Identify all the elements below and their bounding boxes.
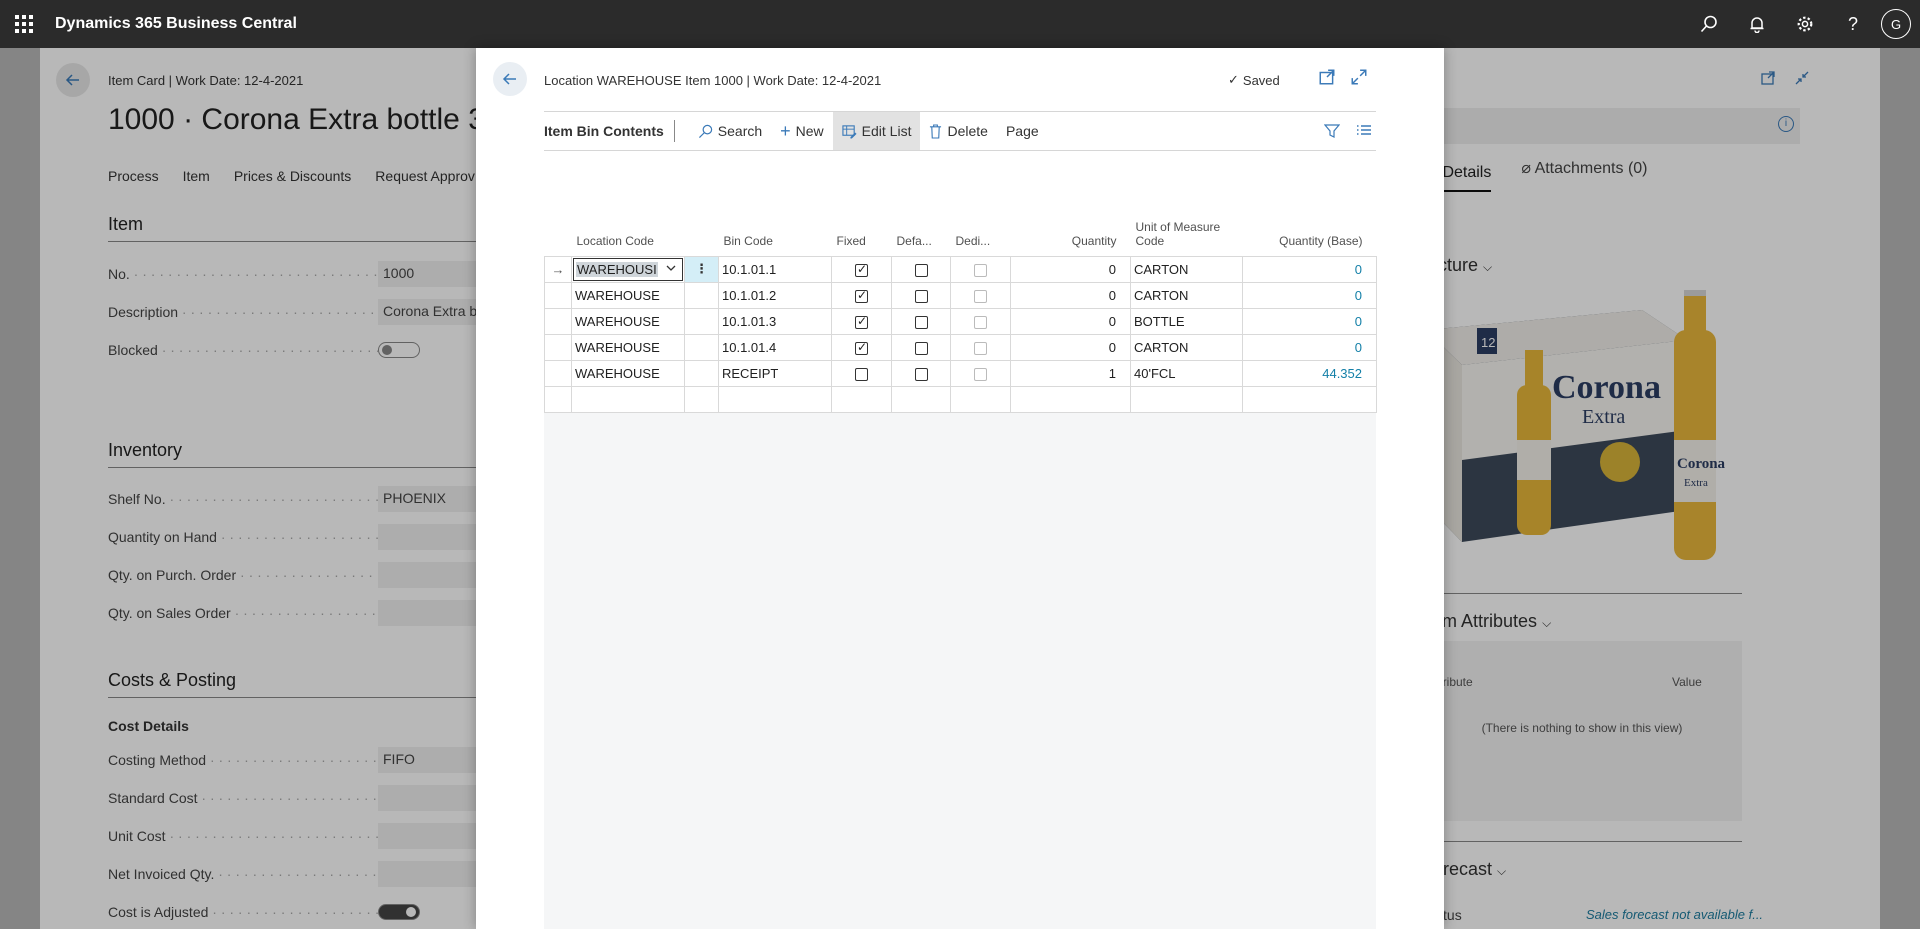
fixed-checkbox[interactable] [831,359,892,387]
bell-icon [1750,17,1764,33]
uom-cell[interactable]: BOTTLE [1130,307,1243,335]
qty-base-link[interactable]: 0 [1242,333,1377,361]
col-default[interactable]: Defa... [892,168,951,256]
bin-code-cell[interactable]: RECEIPT [718,359,832,387]
row-indicator: → [544,255,572,283]
quantity-cell[interactable]: 0 [1010,281,1131,309]
chevron-down-icon[interactable] [665,262,677,277]
plus-icon: + [780,120,791,141]
quantity-cell[interactable]: 1 [1010,359,1131,387]
bin-code-cell[interactable]: 10.1.01.2 [718,281,832,309]
qty-base-link[interactable]: 0 [1242,281,1377,309]
default-checkbox[interactable] [891,281,951,309]
location-code-cell[interactable]: WAREHOUSE [571,333,685,361]
app-header: Dynamics 365 Business Central ? G [0,0,1920,48]
dedicated-checkbox [950,255,1011,283]
quantity-cell[interactable]: 0 [1010,307,1131,335]
list-view-icon[interactable] [1356,123,1372,139]
uom-cell[interactable]: 40'FCL [1130,359,1243,387]
search-icon [1700,15,1717,33]
check-icon: ✓ [1228,72,1239,87]
settings-button[interactable] [1781,0,1829,48]
help-icon: ? [1847,13,1858,34]
uom-cell[interactable]: CARTON [1130,255,1243,283]
dedicated-checkbox [950,281,1011,309]
edit-list-icon [842,124,857,139]
default-checkbox[interactable] [891,333,951,361]
location-code-cell[interactable]: WAREHOUSE [571,307,685,335]
saved-status: ✓ Saved [1228,72,1280,88]
bin-code-cell[interactable]: 10.1.01.4 [718,333,832,361]
table-row[interactable]: WAREHOUSE RECEIPT 1 40'FCL 44.352 [544,359,1377,387]
user-avatar[interactable]: G [1881,9,1911,39]
page-menu-button[interactable]: Page [997,112,1048,150]
bin-code-cell[interactable]: 10.1.01.3 [718,307,832,335]
location-code-input[interactable]: WAREHOUSI [571,255,685,283]
dedicated-checkbox [950,307,1011,335]
bin-contents-grid: Location Code Bin Code Fixed Defa... Ded… [544,168,1377,929]
table-row[interactable]: → WAREHOUSI ⋮ 10.1.01.1 0 CARTON 0 [544,255,1377,283]
search-icon [698,124,712,138]
back-button[interactable] [493,62,527,96]
qty-base-link[interactable]: 0 [1242,255,1377,283]
fixed-checkbox[interactable] [831,307,892,335]
uom-cell[interactable]: CARTON [1130,333,1243,361]
page-caption[interactable]: Item Bin Contents [544,120,675,142]
default-checkbox[interactable] [891,255,951,283]
default-checkbox[interactable] [891,359,951,387]
waffle-icon [15,15,33,33]
help-button[interactable]: ? [1829,0,1877,48]
gear-icon [1797,16,1813,32]
location-code-cell[interactable]: WAREHOUSE [571,281,685,309]
col-quantity[interactable]: Quantity [1011,168,1131,256]
table-row[interactable]: WAREHOUSE 10.1.01.4 0 CARTON 0 [544,333,1377,361]
table-row[interactable]: WAREHOUSE 10.1.01.2 0 CARTON 0 [544,281,1377,309]
action-bar: Item Bin Contents Search + New Edit List… [544,111,1376,151]
dedicated-checkbox [950,359,1011,387]
qty-base-link[interactable]: 44.352 [1242,359,1377,387]
bin-contents-table: Location Code Bin Code Fixed Defa... Ded… [544,168,1377,413]
row-actions-button[interactable]: ⋮ [684,255,719,283]
new-button[interactable]: + New [771,112,833,150]
col-fixed[interactable]: Fixed [832,168,892,256]
fixed-checkbox[interactable] [831,255,892,283]
col-quantity-base[interactable]: Quantity (Base) [1243,168,1377,256]
arrow-right-icon: → [551,261,565,277]
search-button[interactable]: Search [689,112,771,150]
default-checkbox[interactable] [891,307,951,335]
search-button[interactable] [1685,0,1733,48]
col-bin-code[interactable]: Bin Code [719,168,832,256]
app-launcher-button[interactable] [0,0,48,48]
qty-base-link[interactable]: 0 [1242,307,1377,335]
location-code-cell[interactable]: WAREHOUSE [571,359,685,387]
trash-icon [930,123,942,139]
item-bin-contents-dialog: Location WAREHOUSE Item 1000 | Work Date… [476,48,1444,929]
dialog-title: Location WAREHOUSE Item 1000 | Work Date… [544,73,882,88]
delete-button[interactable]: Delete [920,112,996,150]
dedicated-checkbox [950,333,1011,361]
edit-list-button[interactable]: Edit List [832,112,921,150]
filter-icon[interactable] [1324,123,1340,139]
quantity-cell[interactable]: 0 [1010,255,1131,283]
bin-code-cell[interactable]: 10.1.01.1 [718,255,832,283]
expand-icon[interactable] [1350,68,1368,86]
fixed-checkbox[interactable] [831,281,892,309]
col-dedicated[interactable]: Dedi... [951,168,1011,256]
table-row[interactable]: WAREHOUSE 10.1.01.3 0 BOTTLE 0 [544,307,1377,335]
app-title[interactable]: Dynamics 365 Business Central [55,15,297,33]
uom-cell[interactable]: CARTON [1130,281,1243,309]
col-location-code[interactable]: Location Code [572,168,685,256]
fixed-checkbox[interactable] [831,333,892,361]
col-unit-of-measure-code[interactable]: Unit of Measure Code [1131,168,1243,256]
arrow-left-icon [502,73,516,85]
open-new-window-icon[interactable] [1318,68,1336,86]
empty-new-row[interactable] [544,385,1377,413]
notifications-button[interactable] [1733,0,1781,48]
quantity-cell[interactable]: 0 [1010,333,1131,361]
